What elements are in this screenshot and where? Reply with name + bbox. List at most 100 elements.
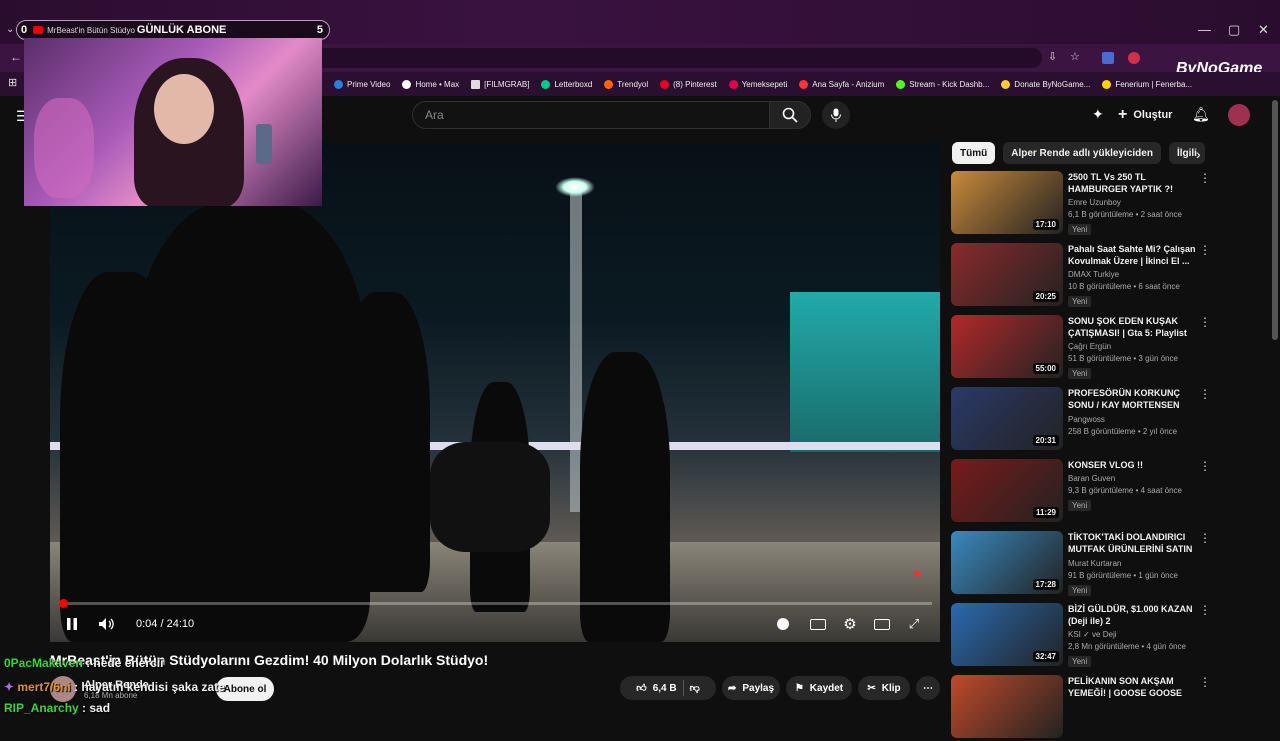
chat-message: ✦ mert7/6ni : hayatın kendisi şaka zate [4,680,225,694]
video-title[interactable]: SONU ŞOK EDEN KUŞAK ÇATIŞMASI! | Gta 5: … [1068,315,1202,339]
recommended-video[interactable]: 17:10 2500 TL Vs 250 TL HAMBURGER YAPTIK … [951,171,1211,237]
bookmark[interactable]: Trendyol [604,79,648,89]
mic-icon [831,108,841,122]
more-vert-icon[interactable]: ⋮ [1199,315,1211,329]
autoplay-toggle[interactable] [774,614,792,634]
bookmark[interactable]: Letterboxd [541,79,592,89]
more-actions-button[interactable]: ⋯ [916,676,940,700]
video-thumbnail[interactable]: 17:28 [951,531,1063,594]
bookmark[interactable]: Home • Max [402,79,459,89]
browser-tab[interactable]: 0 MrBeast'in Bütün Stüdyo GÜNLÜK ABONE 5 [16,20,330,40]
channel-name[interactable]: Baran Guven [1068,474,1202,483]
bookmark[interactable]: Stream - Kick Dashb... [896,79,989,89]
video-thumbnail[interactable]: 20:25 [951,243,1063,306]
video-thumbnail[interactable]: 17:10 [951,171,1063,234]
maximize-icon[interactable]: ▢ [1228,22,1240,38]
video-title[interactable]: PELİKANIN SON AKŞAM YEMEĞİ! | GOOSE GOOS… [1068,675,1202,700]
gift-icon[interactable]: ✦ [1092,106,1104,123]
recommended-video[interactable]: 11:29 KONSER VLOG !! Baran Guven 9,3 B görü… [951,459,1211,525]
video-thumbnail[interactable]: 20:31 [951,387,1063,450]
save-button[interactable]: ⚑ Kaydet [786,676,852,700]
pause-button[interactable] [62,614,82,634]
more-vert-icon[interactable]: ⋮ [1199,675,1211,689]
channel-name[interactable]: Emre Uzunboy [1068,198,1202,207]
bookmark[interactable]: [FILMGRAB] [471,79,529,89]
bookmark[interactable]: (8) Pinterest [660,79,717,89]
video-thumbnail[interactable]: 32:47 [951,603,1063,666]
person-figure [580,352,670,642]
apps-icon[interactable]: ⊞ [8,76,17,89]
minimize-icon[interactable]: — [1198,22,1211,37]
scissors-icon: ✂ [867,682,876,694]
video-title[interactable]: KONSER VLOG !! [1068,459,1202,471]
more-vert-icon[interactable]: ⋮ [1199,243,1211,257]
chat-message: 0PacMakaven : hede enercii [4,656,164,670]
video-title[interactable]: PROFESÖRÜN KORKUNÇ SONU / KAY MORTENSEN … [1068,387,1202,412]
create-button[interactable]: + Oluştur [1118,102,1180,128]
scrollbar[interactable] [1272,100,1278,340]
recommended-video[interactable]: 32:47 BİZİ GÜLDÜR, $1.000 KAZAN (Deji ile… [951,603,1211,669]
bookmark[interactable]: Yemeksepeti [728,79,787,89]
video-player[interactable] [50,142,940,642]
flag-icon: ⚑ [912,568,923,582]
recommended-video[interactable]: 20:25 Pahalı Saat Sahte Mi? Çalışan Kovul… [951,243,1211,309]
bookmark[interactable]: Donate ByNoGame... [1001,79,1090,89]
captions-icon[interactable] [808,614,828,634]
video-thumbnail[interactable]: 55:00 [951,315,1063,378]
more-vert-icon[interactable]: ⋮ [1199,387,1211,401]
video-title[interactable]: Pahalı Saat Sahte Mi? Çalışan Kovulmak Ü… [1068,243,1202,267]
channel-name[interactable]: Murat Kurtaran [1068,559,1202,568]
video-thumbnail[interactable] [951,675,1063,738]
video-title[interactable]: TİKTOK'TAKİ DOLANDIRICI MUTFAK ÜRÜNLERİN… [1068,531,1202,556]
progress-bar[interactable] [58,599,932,608]
dislike-icon[interactable]: 👎︎ [690,682,700,694]
video-title[interactable]: BİZİ GÜLDÜR, $1.000 KAZAN (Deji ile) 2 [1068,603,1202,627]
bookmark[interactable]: Ana Sayfa - Anizium [799,79,884,89]
recommended-video[interactable]: 55:00 SONU ŞOK EDEN KUŞAK ÇATIŞMASI! | Gt… [951,315,1211,381]
new-badge: Yeni [1068,656,1092,667]
chip-from-uploader[interactable]: Alper Rende adlı yükleyiciden [1003,142,1161,164]
chevron-right-icon[interactable]: › [1196,146,1201,162]
notifications-icon[interactable]: 🔔︎ [1192,106,1210,123]
progress-scrubber[interactable] [58,599,68,608]
new-badge: Yeni [1068,224,1092,235]
search-button[interactable] [769,101,811,129]
channel-name[interactable]: Pangwoss [1068,415,1202,424]
avatar[interactable] [1228,104,1250,126]
share-button[interactable]: ➦ Paylaş [722,676,780,700]
channel-name[interactable]: Çağrı Ergün [1068,342,1202,351]
more-vert-icon[interactable]: ⋮ [1199,171,1211,185]
more-vert-icon[interactable]: ⋮ [1199,603,1211,617]
recommended-video[interactable]: 20:31 PROFESÖRÜN KORKUNÇ SONU / KAY MORTE… [951,387,1211,453]
star-icon[interactable]: ☆ [1070,50,1080,63]
install-icon[interactable]: ⇩ [1048,50,1057,63]
tab-list-icon[interactable]: ⌄ [6,24,14,35]
channel-name[interactable]: DMAX Turkiye [1068,270,1202,279]
recommended-video[interactable]: 17:28 TİKTOK'TAKİ DOLANDIRICI MUTFAK ÜRÜN… [951,531,1211,597]
back-icon[interactable]: ← [10,50,22,64]
volume-button[interactable] [96,614,118,634]
video-title[interactable]: 2500 TL Vs 250 TL HAMBURGER YAPTIK ?! [1068,171,1202,195]
bookmark[interactable]: Fenerium | Fenerba... [1102,79,1192,89]
fullscreen-icon[interactable]: ⤢ [904,614,924,634]
search-input[interactable]: Ara [412,101,770,129]
more-vert-icon[interactable]: ⋮ [1199,531,1211,545]
chip-all[interactable]: Tümü [952,142,996,164]
theater-icon[interactable] [872,614,892,634]
extension-icon[interactable] [1102,52,1114,64]
voice-search-button[interactable] [822,101,850,129]
like-count[interactable]: 6,4 B [653,683,677,694]
recommended-video[interactable]: PELİKANIN SON AKŞAM YEMEĞİ! | GOOSE GOOS… [951,675,1211,741]
more-vert-icon[interactable]: ⋮ [1199,459,1211,473]
close-icon[interactable]: ✕ [1258,22,1269,38]
bookmark[interactable]: Prime Video [334,79,390,89]
time-display: 0:04 / 24:10 [136,618,195,630]
video-thumbnail[interactable]: 11:29 [951,459,1063,522]
like-icon[interactable]: 👍︎ [636,682,646,694]
channel-name[interactable]: KSI ✓ ve Deji [1068,630,1202,639]
clip-button[interactable]: ✂ Klip [858,676,910,700]
video-duration: 17:28 [1032,579,1059,590]
video-meta: 9,3 B görüntüleme • 4 saat önce [1068,486,1182,495]
settings-icon[interactable]: ⚙ [840,614,860,634]
extension-icon[interactable] [1128,52,1140,64]
